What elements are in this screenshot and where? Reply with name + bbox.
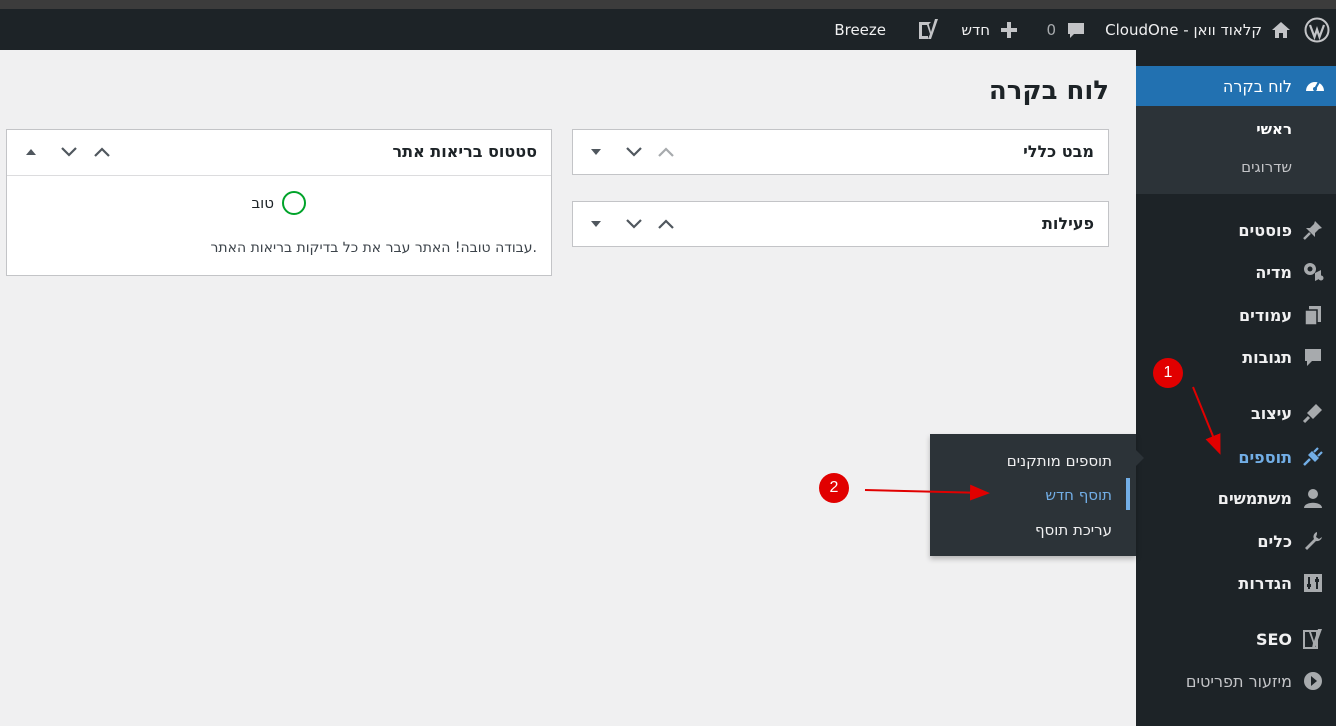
new-label: חדש — [961, 20, 990, 39]
sidebar-item-label: פוסטים — [1238, 220, 1292, 240]
move-up-button[interactable] — [655, 213, 677, 235]
sidebar-item-label: עמודים — [1239, 305, 1292, 325]
overview-widget-header: מבט כללי — [573, 130, 1108, 175]
settings-icon — [1302, 572, 1324, 594]
flyout-item-add-new-plugin[interactable]: תוסף חדש — [1045, 486, 1112, 504]
flyout-item-plugin-editor[interactable]: עריכת תוסף — [1035, 521, 1112, 539]
chevron-up-icon — [94, 147, 110, 157]
flyout-current-indicator — [1126, 478, 1130, 510]
plugins-icon — [1302, 446, 1324, 468]
sidebar-item-label: מדיה — [1255, 262, 1292, 282]
sidebar-item-dashboard[interactable]: לוח בקרה — [1127, 66, 1336, 106]
activity-widget-title: פעילות — [1042, 214, 1094, 233]
chevron-down-icon — [626, 147, 642, 157]
caret-down-icon — [591, 149, 601, 155]
sidebar-item-users[interactable]: משתמשים — [1136, 481, 1336, 515]
tools-icon — [1302, 530, 1324, 552]
activity-widget: פעילות — [572, 201, 1109, 247]
chevron-down-icon — [61, 147, 77, 157]
sidebar-item-plugins[interactable]: תוספים — [1136, 440, 1336, 474]
sidebar-item-posts[interactable]: פוסטים — [1136, 213, 1336, 247]
sidebar-item-label: עיצוב — [1250, 403, 1292, 423]
chevron-down-icon — [626, 219, 642, 229]
toggle-panel-button[interactable] — [585, 141, 607, 163]
toggle-panel-button[interactable] — [585, 213, 607, 235]
pages-icon — [1302, 304, 1324, 326]
move-down-button[interactable] — [623, 213, 645, 235]
comment-bubble-icon — [1068, 22, 1084, 38]
comments-count: 0 — [1046, 20, 1056, 39]
widget-divider — [7, 175, 551, 176]
sidebar-item-seo[interactable]: SEO — [1136, 622, 1336, 656]
toggle-panel-button[interactable] — [20, 141, 42, 163]
sidebar-item-label: SEO — [1255, 629, 1292, 649]
comments-link[interactable]: 0 — [1046, 9, 1086, 50]
sidebar-item-label: כלים — [1257, 531, 1292, 551]
site-health-status-label: טוב — [251, 194, 275, 212]
caret-up-icon — [26, 149, 36, 155]
wordpress-logo-button[interactable] — [1304, 9, 1330, 50]
overview-widget-title: מבט כללי — [1023, 142, 1094, 161]
site-name-link[interactable]: CloudOne - קלאוד וואן — [1105, 9, 1292, 50]
flyout-item-installed-plugins[interactable]: תוספים מותקנים — [1007, 452, 1112, 470]
sidebar-item-tools[interactable]: כלים — [1136, 524, 1336, 558]
dashboard-gauge-icon — [1306, 80, 1324, 91]
site-health-message: עבודה טובה! האתר עבר את כל בדיקות בריאות… — [210, 240, 537, 256]
site-name-label: CloudOne - קלאוד וואן — [1105, 20, 1262, 39]
flyout-arrow — [1136, 450, 1144, 466]
overview-widget: מבט כללי — [572, 129, 1109, 175]
admin-bar: CloudOne - קלאוד וואן 0 חדש Breeze — [0, 9, 1336, 50]
home-icon — [1272, 21, 1290, 38]
sidebar-item-media[interactable]: מדיה — [1136, 255, 1336, 289]
yoast-icon — [919, 18, 938, 39]
collapse-menu-button[interactable]: מיזעור תפריטים — [1136, 664, 1336, 698]
sidebar-item-label: תוספים — [1238, 447, 1292, 467]
sidebar-item-dashboard-label: לוח בקרה — [1222, 76, 1292, 96]
submenu-item-main[interactable]: ראשי — [1256, 120, 1292, 138]
sidebar-item-label: מיזעור תפריטים — [1185, 671, 1292, 691]
site-health-status: טוב — [251, 191, 306, 215]
site-health-widget: סטטוס בריאות אתר טוב עבודה טובה! האתר עב… — [6, 129, 552, 276]
page-title: לוח בקרה — [988, 76, 1109, 106]
comments-icon — [1302, 346, 1324, 368]
media-icon — [1302, 261, 1324, 283]
activity-widget-header: פעילות — [573, 202, 1108, 247]
annotation-badge-2: 2 — [819, 473, 849, 503]
submenu-item-upgrades[interactable]: שדרוגים — [1241, 158, 1292, 176]
sidebar-item-label: משתמשים — [1217, 488, 1292, 508]
pin-icon — [1302, 219, 1324, 241]
sidebar-item-label: הגדרות — [1238, 573, 1292, 593]
sidebar-item-pages[interactable]: עמודים — [1136, 298, 1336, 332]
health-status-circle-icon — [282, 191, 306, 215]
breeze-link[interactable]: Breeze — [834, 9, 886, 50]
new-content-link[interactable]: חדש — [961, 9, 1018, 50]
plus-icon — [1001, 21, 1017, 38]
site-health-widget-title: סטטוס בריאות אתר — [392, 142, 538, 161]
plugins-flyout-menu: תוספים מותקנים תוסף חדש עריכת תוסף — [930, 434, 1144, 556]
site-health-widget-header: סטטוס בריאות אתר — [7, 130, 551, 175]
sidebar-item-label: תגובות — [1242, 347, 1292, 367]
move-down-button[interactable] — [623, 141, 645, 163]
wordpress-logo-icon — [1304, 17, 1330, 42]
move-up-button[interactable] — [91, 141, 113, 163]
dashboard-submenu: ראשי שדרוגים — [1136, 106, 1336, 194]
collapse-icon — [1302, 670, 1324, 692]
current-menu-arrow — [1127, 77, 1136, 95]
appearance-icon — [1302, 402, 1324, 424]
move-down-button[interactable] — [58, 141, 80, 163]
annotation-badge-1: 1 — [1153, 358, 1183, 388]
window-top-strip — [0, 0, 1336, 9]
sidebar-item-appearance[interactable]: עיצוב — [1136, 396, 1336, 430]
admin-sidebar: לוח בקרה ראשי שדרוגים פוסטים מדיה עמודים… — [1127, 50, 1336, 726]
chevron-up-icon — [658, 147, 674, 157]
users-icon — [1302, 487, 1324, 509]
yoast-icon — [1302, 628, 1324, 650]
move-up-button[interactable] — [655, 141, 677, 163]
yoast-adminbar-button[interactable] — [916, 9, 940, 50]
caret-down-icon — [591, 221, 601, 227]
breeze-label: Breeze — [834, 20, 886, 39]
sidebar-item-settings[interactable]: הגדרות — [1136, 566, 1336, 600]
chevron-up-icon — [658, 219, 674, 229]
